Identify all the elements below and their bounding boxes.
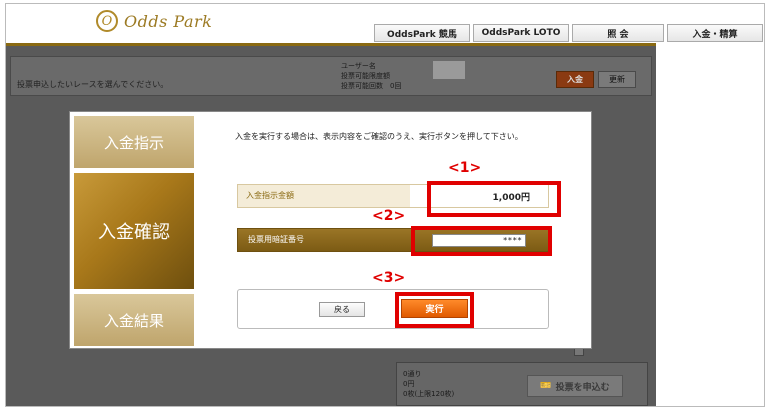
logo[interactable]: O Odds Park [96,10,212,32]
page-frame: O Odds Park OddsPark 競馬 OddsPark LOTO 照 … [5,3,765,407]
vote-limit-label: 投票可能限度額 [341,72,390,80]
deposit-amount-label: 入金指示金額 [246,191,294,200]
nav-keiba[interactable]: OddsPark 競馬 [374,24,470,42]
action-buttons: 戻る 実行 [237,289,549,329]
modal-instruction: 入金を実行する場合は、表示内容をご確認のうえ、実行ボタンを押して下さい。 [235,132,523,141]
combination-count: 0通り [403,370,422,378]
step-deposit-result: 入金結果 [74,294,194,346]
step-indicator: 入金指示 入金確認 入金結果 [74,116,194,346]
vote-count-value: 0回 [390,82,402,90]
submit-vote-button[interactable]: 🎫 投票を申込む [527,375,623,397]
nav-loto[interactable]: OddsPark LOTO [473,24,569,42]
user-name-value [433,61,465,79]
logo-text: Odds Park [124,11,213,31]
nav-inquiry[interactable]: 照 会 [572,24,664,42]
refresh-button[interactable]: 更新 [598,71,636,88]
back-button[interactable]: 戻る [319,302,365,317]
highlight-box-amount [427,181,561,217]
pin-label: 投票用暗証番号 [248,235,304,244]
background-instruction: 投票申込したいレースを選んでください。 [17,80,169,89]
ticket-count: 0枚(上限120枚) [403,390,455,398]
vote-count-label: 投票可能回数 0回 [341,82,402,90]
marker-3: <3> [372,270,406,286]
background-subheader: 投票申込したいレースを選んでください。 ユーザー名 投票可能限度額 投票可能回数… [10,56,652,96]
ticket-icon: 🎫 [540,381,552,391]
marker-1: <1> [448,160,482,176]
step-deposit-instruction: 入金指示 [74,116,194,168]
submit-vote-label: 投票を申込む [555,382,610,393]
logo-mark-icon: O [96,10,118,32]
deposit-confirm-modal: 入金指示 入金確認 入金結果 入金を実行する場合は、表示内容をご確認のうえ、実行… [69,111,592,349]
deposit-button[interactable]: 入金 [556,71,594,88]
nav-deposit-settle[interactable]: 入金・精算 [667,24,763,42]
marker-2: <2> [372,208,406,224]
total-amount: 0円 [403,380,415,388]
vote-summary: 0通り 0円 0枚(上限120枚) 🎫 投票を申込む [396,362,648,406]
user-name-label: ユーザー名 [341,62,376,70]
highlight-box-execute [395,292,474,328]
top-nav: OddsPark 競馬 OddsPark LOTO 照 会 入金・精算 [374,24,763,42]
step-deposit-confirm: 入金確認 [74,173,194,289]
highlight-box-pin [411,226,552,256]
header: O Odds Park OddsPark 競馬 OddsPark LOTO 照 … [6,4,764,46]
user-info: ユーザー名 投票可能限度額 投票可能回数 0回 [341,61,521,93]
